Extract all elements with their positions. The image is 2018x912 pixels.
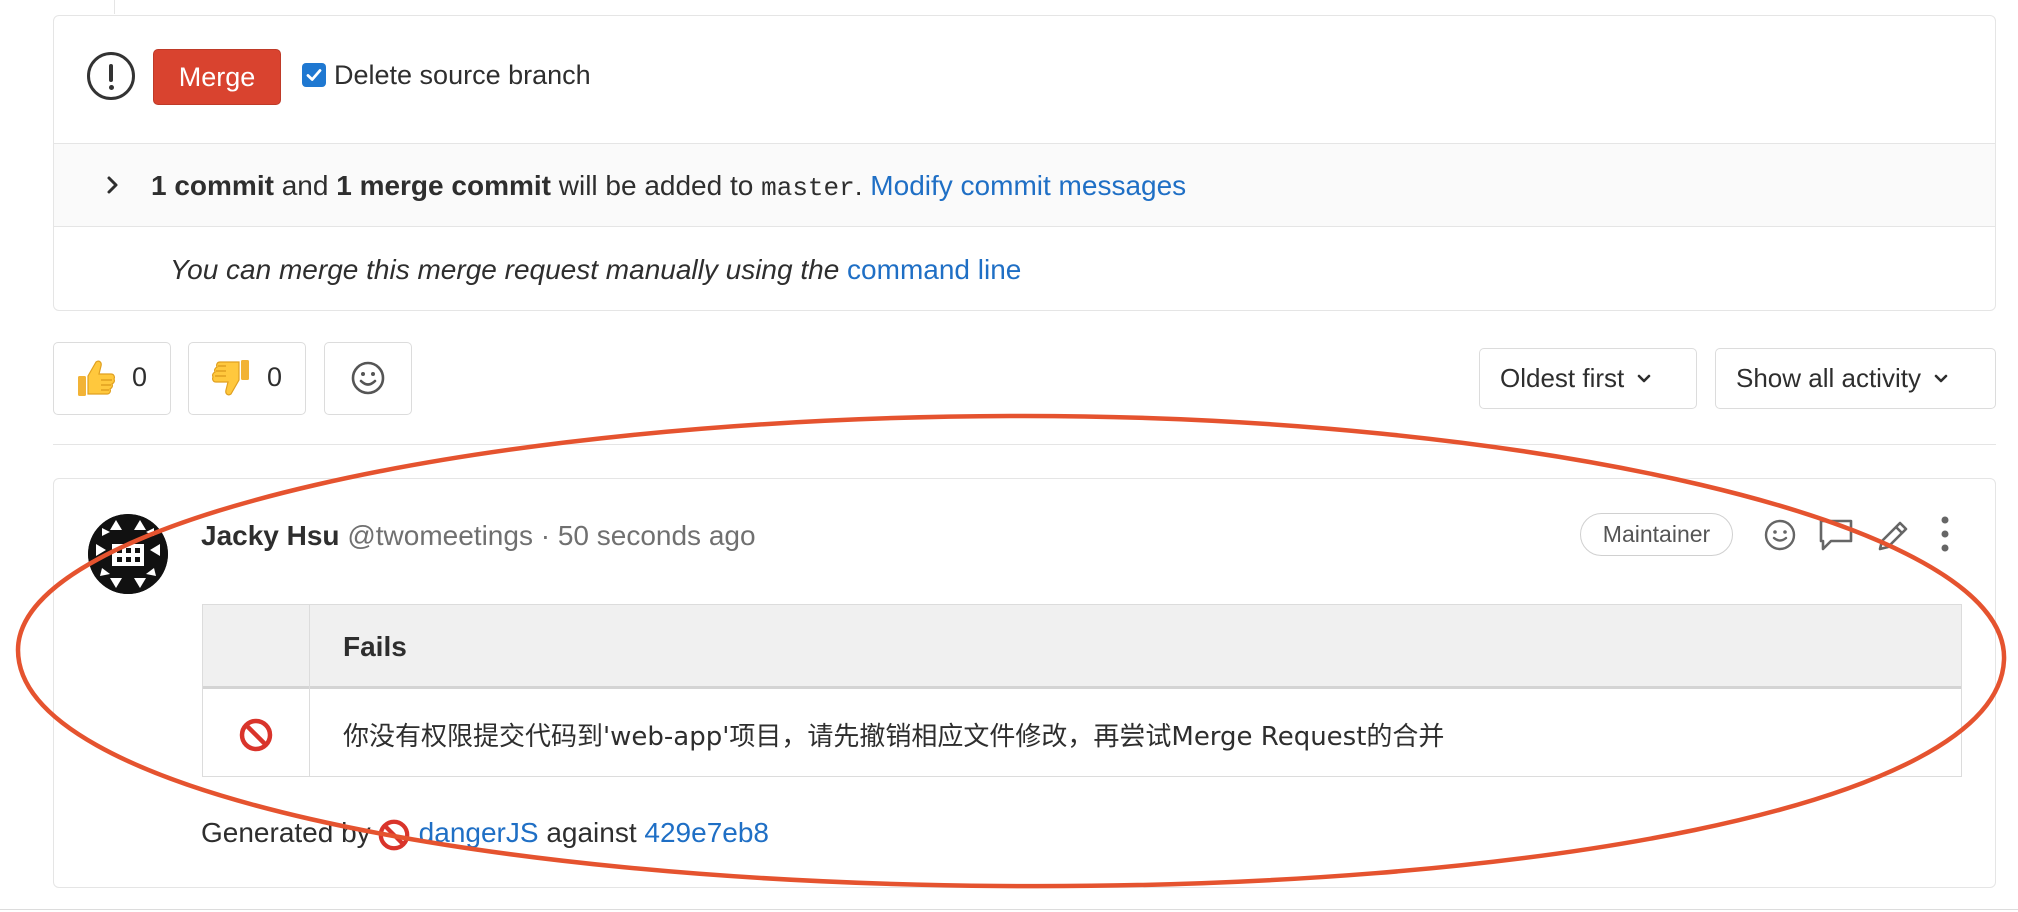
commit-period: . [854,170,863,201]
avatar[interactable] [88,514,168,594]
section-divider [53,444,1996,445]
edit-pencil-icon[interactable] [1874,515,1910,553]
warning-icon [87,52,135,100]
chevron-down-icon [1637,374,1651,382]
table-header-row [203,605,1961,689]
role-badge: Maintainer [1580,513,1733,556]
manual-merge-text: You can merge this merge request manuall… [170,254,1021,286]
merge-button[interactable]: Merge [153,49,281,105]
table-header-fails: Fails [343,631,407,662]
header-separator: · [540,520,551,551]
commit-will-be-added: will be added to [558,170,754,201]
dangerjs-link[interactable]: dangerJS [419,817,539,848]
note-timestamp[interactable]: 50 seconds ago [558,520,756,551]
commit-count: 1 commit [151,170,274,201]
author-handle[interactable]: @twomeetings [347,520,533,551]
no-entry-icon [239,718,273,752]
author-name[interactable]: Jacky Hsu [201,520,340,551]
commit-summary: 1 commit and 1 merge commit will be adde… [151,170,1186,203]
generated-by-line: Generated by dangerJS against 429e7eb8 [201,817,769,852]
activity-filter-label: Show all activity [1736,363,1921,393]
manual-merge-label: You can merge this merge request manuall… [170,254,840,285]
table-column-divider [309,605,310,776]
more-actions-icon[interactable] [1935,514,1955,554]
bottom-divider [0,909,2018,910]
note-header: Jacky Hsu @twomeetings · 50 seconds ago [201,520,756,552]
smiley-icon [351,361,385,395]
chevron-down-icon [1934,374,1948,382]
command-line-link[interactable]: command line [847,254,1021,285]
sort-order-dropdown[interactable]: Oldest first [1479,348,1697,409]
no-entry-icon [378,819,410,850]
thumbs-down-icon [212,360,249,396]
target-branch: master [761,173,855,203]
sort-order-label: Oldest first [1500,363,1625,393]
merge-commit-count: 1 merge commit [336,170,551,201]
commit-and: and [281,170,329,201]
thumbs-up-icon [78,360,115,396]
top-divider [114,0,115,14]
thumbs-down-count: 0 [267,362,283,392]
modify-commit-messages-link[interactable]: Modify commit messages [870,170,1186,201]
generated-by-label: Generated by [201,817,371,848]
commit-sha-link[interactable]: 429e7eb8 [644,817,769,848]
table-row: 你没有权限提交代码到'web-app'项目，请先撤销相应文件修改，再尝试Merg… [343,722,1445,752]
add-reaction-icon[interactable] [1762,517,1798,553]
against-label: against [546,817,637,848]
delete-branch-checkbox[interactable] [302,63,326,87]
chevron-right-icon[interactable] [104,173,122,197]
delete-branch-label: Delete source branch [334,60,591,90]
thumbs-up-count: 0 [132,362,148,392]
activity-filter-dropdown[interactable]: Show all activity [1715,348,1996,409]
reply-icon[interactable] [1817,517,1855,553]
